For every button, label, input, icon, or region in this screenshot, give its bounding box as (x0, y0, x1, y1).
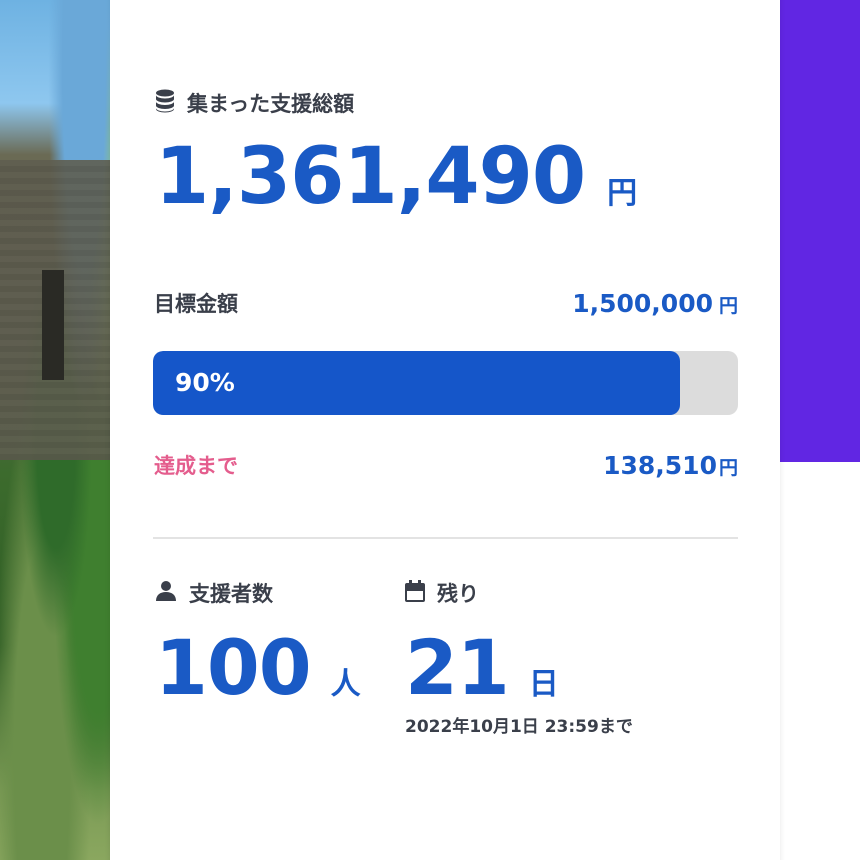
backers-label: 支援者数 (189, 582, 273, 606)
backers-label-row: 支援者数 (155, 578, 361, 608)
database-icon (155, 89, 175, 117)
goal-unit: 円 (718, 294, 738, 317)
backers-value-row: 100 人 (155, 630, 361, 706)
remaining-amount-group: 138,510 円 (603, 451, 738, 480)
remaining-unit: 円 (718, 456, 738, 479)
deadline-text: 2022年10月1日 23:59まで (405, 717, 633, 737)
days-label: 残り (437, 582, 479, 606)
goal-amount-group: 1,500,000 円 (572, 289, 738, 318)
total-label: 集まった支援総額 (187, 92, 355, 116)
user-icon (155, 580, 177, 606)
goal-amount: 1,500,000 (572, 288, 713, 318)
remaining-label: 達成まで (154, 454, 238, 478)
total-amount-row: 1,361,490 円 (155, 138, 637, 216)
total-label-row: 集まった支援総額 (155, 88, 354, 118)
days-value: 21 (405, 623, 510, 712)
days-value-row: 21 日 (405, 630, 633, 706)
progress-percent: 90% (175, 368, 235, 397)
goal-row: 目標金額 1,500,000 円 (154, 288, 738, 318)
divider (153, 537, 738, 539)
goal-label: 目標金額 (154, 292, 238, 316)
days-left-stat: 残り 21 日 2022年10月1日 23:59まで (405, 578, 633, 737)
days-label-row: 残り (405, 578, 633, 608)
total-unit: 円 (607, 176, 638, 211)
backers-unit: 人 (330, 667, 361, 702)
backers-stat: 支援者数 100 人 (155, 578, 361, 706)
photo-window (42, 270, 64, 380)
funding-summary-card: 集まった支援総額 1,361,490 円 目標金額 1,500,000 円 90%… (110, 0, 780, 860)
days-unit: 日 (528, 667, 559, 702)
calendar-icon (405, 580, 425, 606)
remaining-row: 達成まで 138,510 円 (154, 450, 738, 480)
backers-value: 100 (155, 623, 312, 712)
total-amount: 1,361,490 (155, 132, 586, 222)
remaining-amount: 138,510 (603, 450, 717, 480)
progress-bar: 90% (153, 351, 738, 415)
